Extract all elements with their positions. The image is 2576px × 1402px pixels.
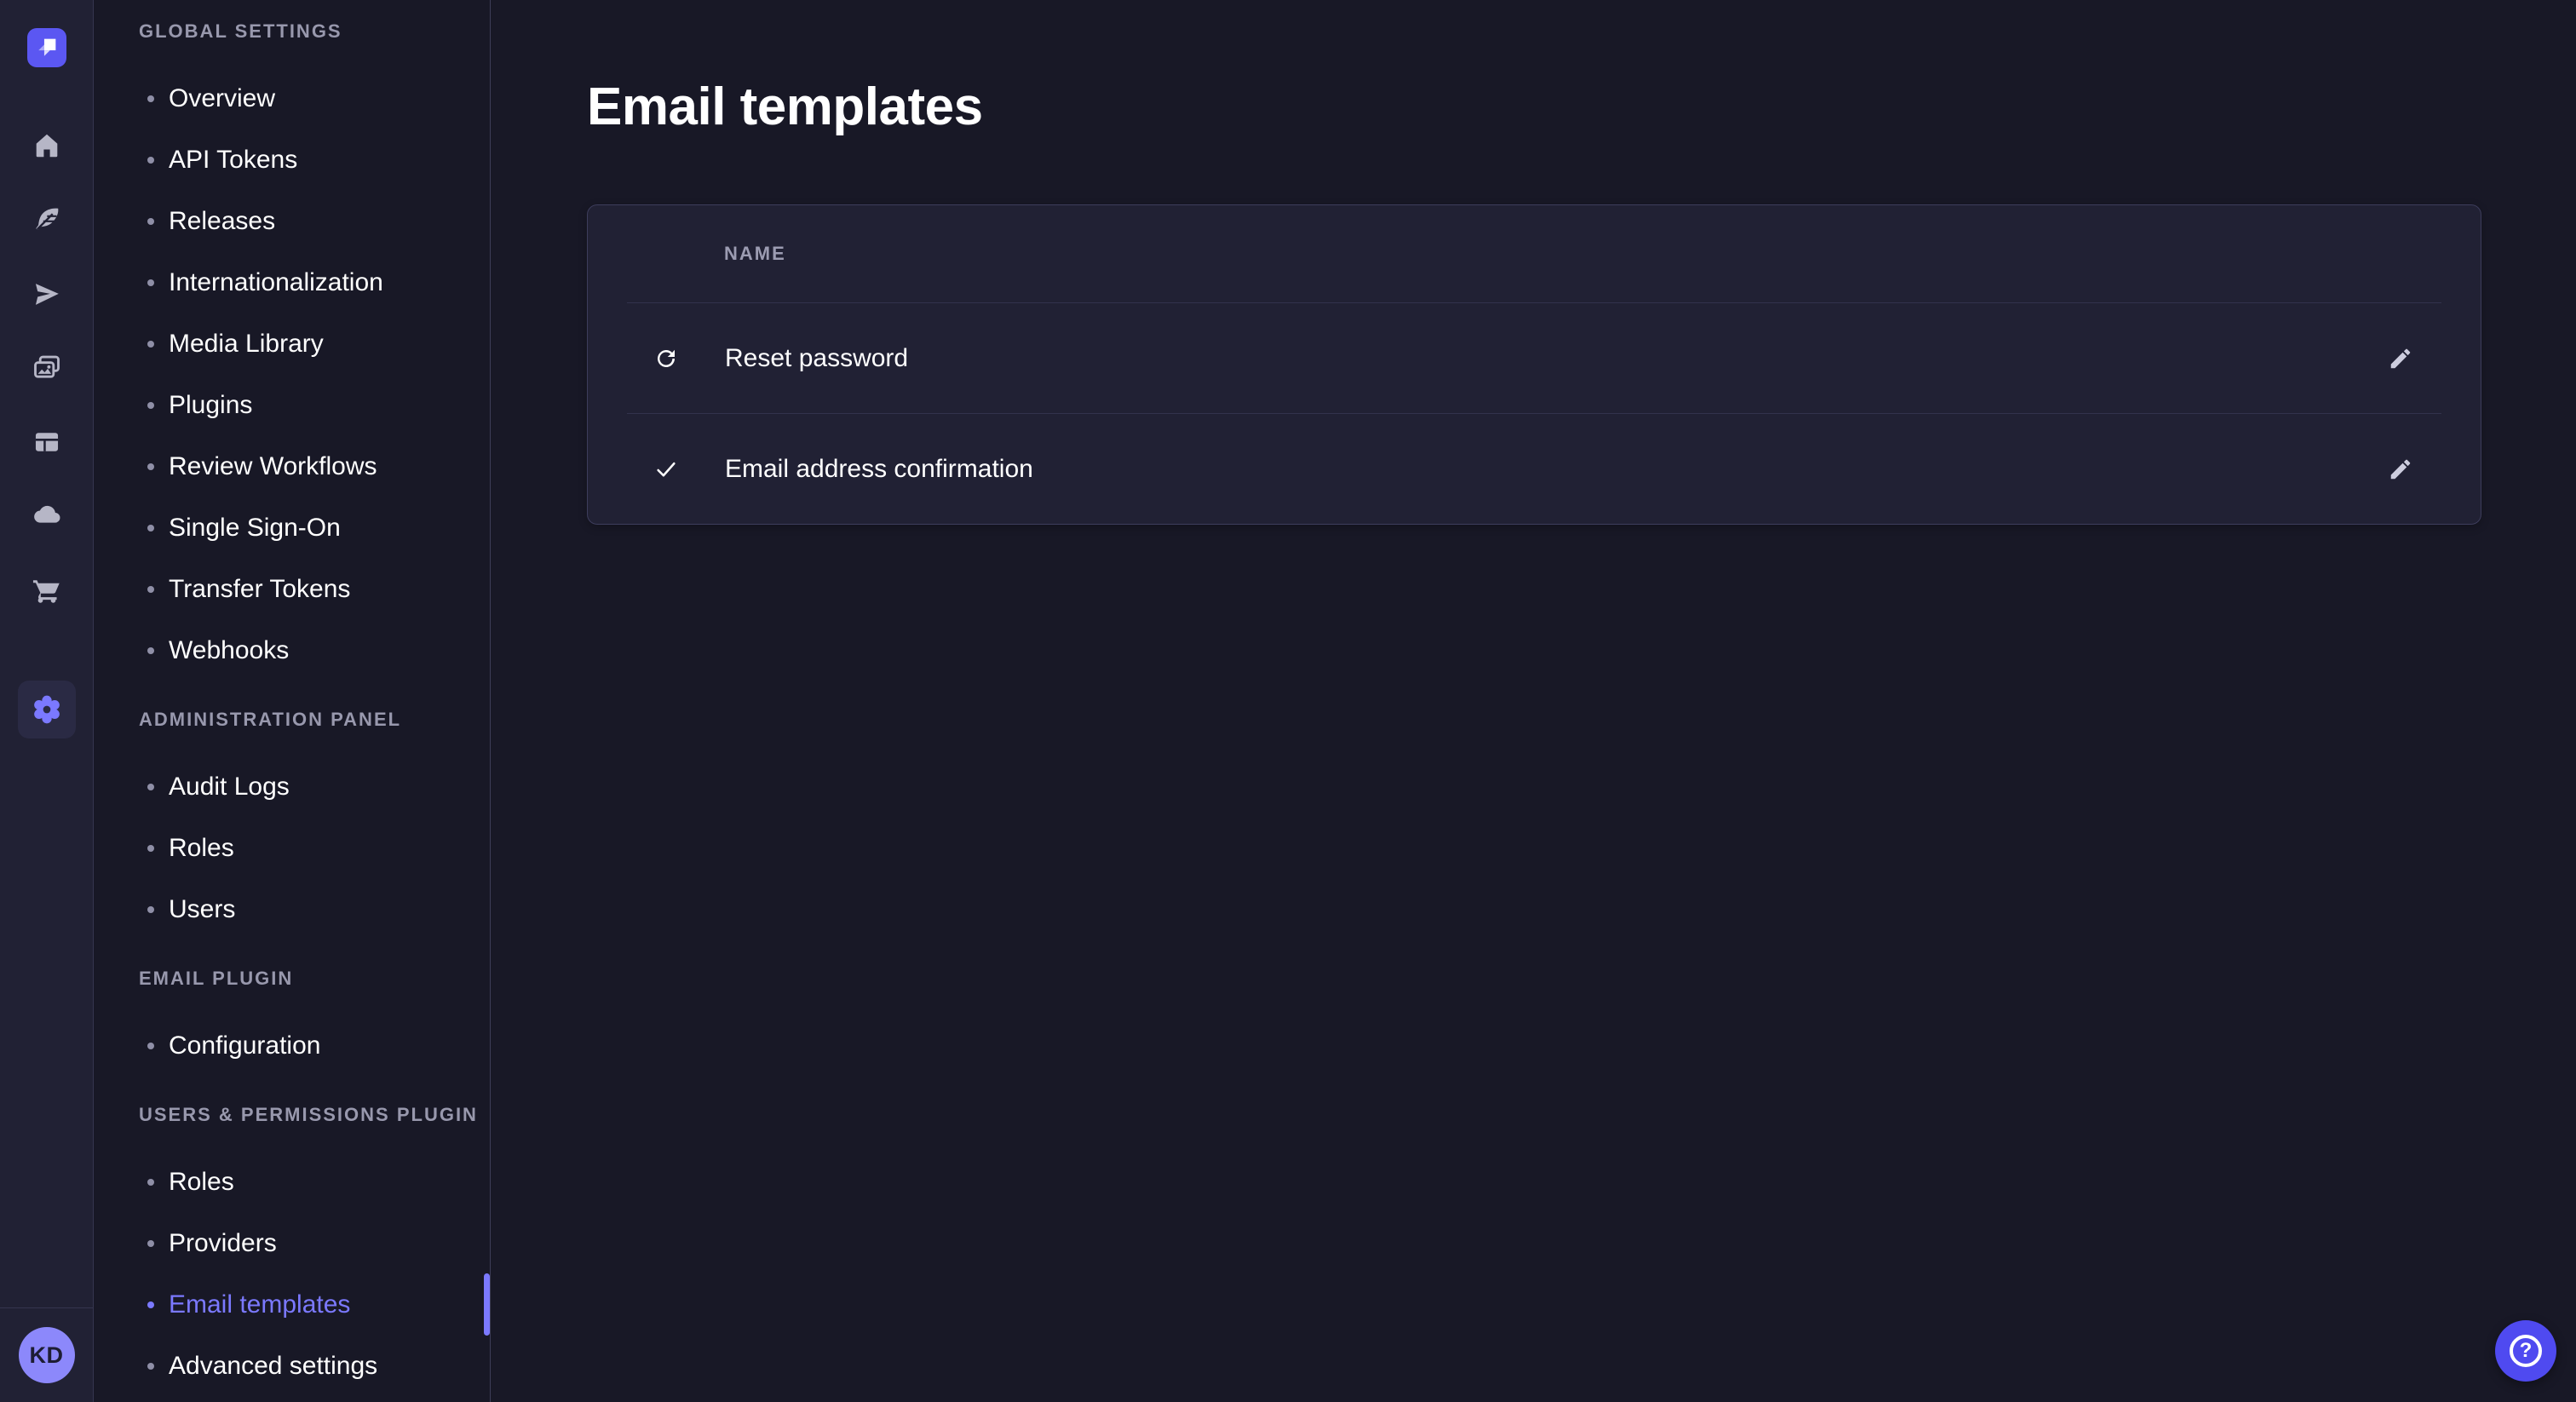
section-users-permissions-plugin: USERS & PERMISSIONS PLUGIN Roles Provide… [94,1104,490,1397]
active-item-indicator [484,1273,490,1336]
paper-plane-icon[interactable] [32,279,62,309]
subnav-item-transfer-tokens[interactable]: Transfer Tokens [94,559,490,620]
template-name: Reset password [725,344,908,373]
bullet-icon [147,1179,154,1186]
edit-template-button[interactable] [2383,452,2418,486]
table-row-email-confirmation[interactable]: Email address confirmation [588,414,2481,524]
bullet-icon [147,845,154,852]
subnav-item-email-templates[interactable]: Email templates [94,1274,490,1336]
bullet-icon [147,218,154,225]
user-avatar[interactable]: KD [19,1327,75,1383]
bullet-icon [147,1301,154,1308]
strapi-logo-icon [27,28,66,67]
main-content: Email templates NAME Reset password [492,0,2576,1402]
bullet-icon [147,1363,154,1370]
table-row-reset-password[interactable]: Reset password [588,303,2481,413]
settings-gear-icon [30,692,64,727]
bullet-icon [147,1240,154,1247]
pencil-icon [2388,457,2413,482]
bullet-icon [147,906,154,913]
bullet-icon [147,279,154,286]
bullet-icon [147,586,154,593]
subnav-item-providers[interactable]: Providers [94,1213,490,1274]
section-global-settings: GLOBAL SETTINGS Overview API Tokens Rele… [94,20,490,681]
subnav-item-webhooks[interactable]: Webhooks [94,620,490,681]
column-header-name: NAME [724,243,786,265]
template-name: Email address confirmation [725,455,1033,484]
layout-icon[interactable] [32,427,62,457]
section-title: EMAIL PLUGIN [139,968,490,990]
subnav-item-admin-users[interactable]: Users [94,879,490,940]
bullet-icon [147,95,154,102]
feather-icon[interactable] [32,204,62,235]
refresh-icon [653,345,680,372]
edit-template-button[interactable] [2383,342,2418,376]
pencil-icon [2388,346,2413,371]
subnav-item-configuration[interactable]: Configuration [94,1015,490,1077]
subnav-item-audit-logs[interactable]: Audit Logs [94,756,490,818]
section-title: GLOBAL SETTINGS [139,20,490,43]
bullet-icon [147,647,154,654]
section-administration-panel: ADMINISTRATION PANEL Audit Logs Roles Us… [94,709,490,940]
section-title: ADMINISTRATION PANEL [139,709,490,731]
check-icon [653,456,680,483]
subnav-item-internationalization[interactable]: Internationalization [94,252,490,313]
subnav-item-single-sign-on[interactable]: Single Sign-On [94,497,490,559]
bullet-icon [147,784,154,790]
subnav-item-admin-roles[interactable]: Roles [94,818,490,879]
icon-rail: KD [0,0,94,1402]
settings-gear-button[interactable] [18,681,76,738]
bullet-icon [147,463,154,470]
email-templates-card: NAME Reset password Email a [587,204,2481,525]
subnav-item-up-roles[interactable]: Roles [94,1152,490,1213]
question-mark-icon: ? [2510,1335,2542,1367]
bullet-icon [147,341,154,348]
cart-icon[interactable] [32,575,62,606]
subnav-item-plugins[interactable]: Plugins [94,375,490,436]
subnav-item-media-library[interactable]: Media Library [94,313,490,375]
bullet-icon [147,402,154,409]
subnav-item-review-workflows[interactable]: Review Workflows [94,436,490,497]
settings-subnav: GLOBAL SETTINGS Overview API Tokens Rele… [94,0,491,1402]
section-email-plugin: EMAIL PLUGIN Configuration [94,968,490,1077]
help-button[interactable]: ? [2495,1320,2556,1382]
media-library-icon[interactable] [32,353,62,383]
page-title: Email templates [587,77,2481,138]
subnav-item-releases[interactable]: Releases [94,191,490,252]
bullet-icon [147,1043,154,1049]
rail-footer: KD [0,1307,93,1402]
section-title: USERS & PERMISSIONS PLUGIN [139,1104,490,1126]
home-icon[interactable] [32,130,62,161]
subnav-item-advanced-settings[interactable]: Advanced settings [94,1336,490,1397]
subnav-item-overview[interactable]: Overview [94,68,490,129]
strapi-logo[interactable] [27,28,66,67]
cloud-icon[interactable] [32,501,62,531]
bullet-icon [147,157,154,164]
subnav-item-api-tokens[interactable]: API Tokens [94,129,490,191]
bullet-icon [147,525,154,531]
table-header-row: NAME [588,205,2481,302]
